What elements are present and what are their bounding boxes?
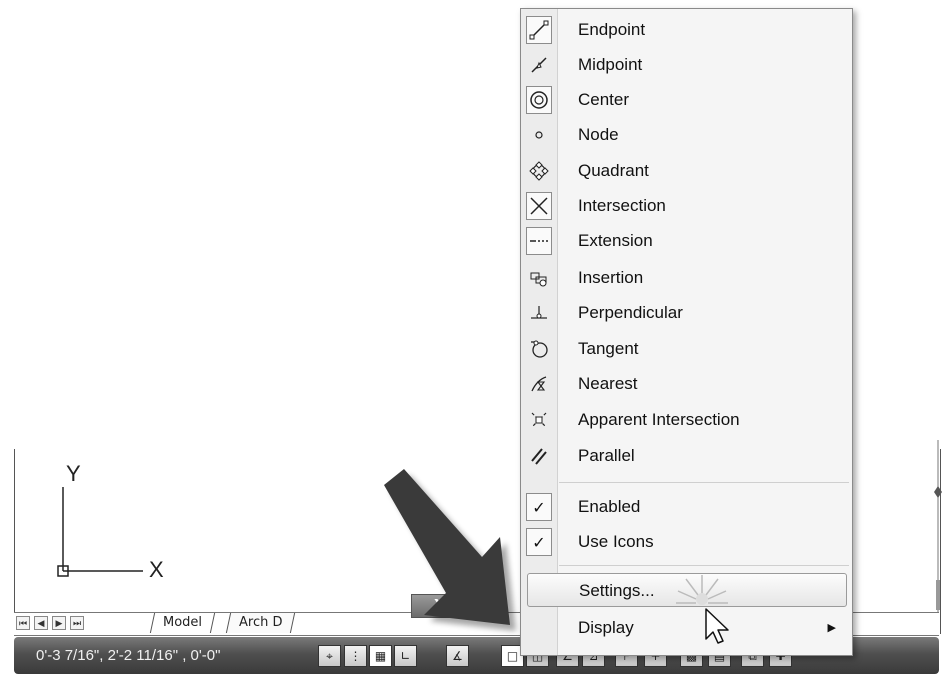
insertion-icon <box>526 264 552 292</box>
menu-item-label: Apparent Intersection <box>578 410 740 429</box>
pointer-arrow-graphic <box>384 469 516 631</box>
midpoint-icon <box>526 51 552 79</box>
infer-icon: ⌖ <box>326 649 333 663</box>
center-icon <box>526 86 552 114</box>
node-icon <box>526 121 552 149</box>
menu-item-label: Endpoint <box>578 20 646 39</box>
menu-item-label: Center <box>578 90 630 109</box>
check-icon: ✓ <box>526 528 552 556</box>
menu-item-label: Midpoint <box>578 55 643 74</box>
parallel-icon <box>526 442 552 470</box>
menu-item-label: Perpendicular <box>578 303 683 322</box>
infer-constraints-button[interactable]: ⌖ <box>318 645 341 667</box>
menu-item-label: Node <box>578 125 619 144</box>
menu-item-label: Parallel <box>578 446 635 465</box>
menu-item-quadrant[interactable]: Quadrant <box>521 154 854 188</box>
tab-arch-d[interactable]: Arch D <box>225 613 296 633</box>
object-snap-context-menu: Endpoint Midpoint Center Node Quadrant I… <box>520 8 853 656</box>
menu-item-nearest[interactable]: Nearest <box>521 367 854 401</box>
menu-item-label: Enabled <box>578 497 641 516</box>
grid-icon: ▦ <box>374 649 387 663</box>
menu-item-apparent-intersection[interactable]: Apparent Intersection <box>521 403 854 437</box>
intersection-icon <box>526 192 552 220</box>
menu-item-midpoint[interactable]: Midpoint <box>521 48 854 82</box>
menu-item-label: Quadrant <box>578 161 649 180</box>
first-layout-button[interactable]: ⏮ <box>16 616 30 630</box>
menu-item-enabled[interactable]: ✓ Enabled <box>521 490 854 524</box>
polar-icon: ∡ <box>452 649 463 663</box>
menu-separator <box>559 565 849 566</box>
menu-item-label: Extension <box>578 231 653 250</box>
menu-item-label: Use Icons <box>578 532 654 551</box>
tab-model-label: Model <box>163 615 203 630</box>
menu-item-tangent[interactable]: Tangent <box>521 332 854 366</box>
palette-edge <box>934 440 942 620</box>
ortho-mode-button[interactable]: ∟ <box>394 645 417 667</box>
last-layout-button[interactable]: ⏭ <box>70 616 84 630</box>
snap-icon: ⋮ <box>349 649 362 663</box>
quadrant-icon <box>526 157 552 185</box>
menu-item-label: Tangent <box>578 339 639 358</box>
menu-item-endpoint[interactable]: Endpoint <box>521 13 854 47</box>
menu-item-label: Insertion <box>578 268 644 287</box>
check-icon: ✓ <box>526 493 552 521</box>
menu-separator <box>559 482 849 483</box>
tab-model[interactable]: Model <box>149 613 216 633</box>
ucs-y-label: Y <box>66 461 81 486</box>
ucs-x-label: X <box>149 557 164 582</box>
snap-mode-button[interactable]: ⋮ <box>344 645 367 667</box>
polar-tracking-button[interactable]: ∡ <box>446 645 469 667</box>
mouse-cursor-icon <box>676 575 729 644</box>
menu-item-perpendicular[interactable]: Perpendicular <box>521 296 854 330</box>
ucs-icon: Y X <box>57 461 164 582</box>
tangent-icon <box>526 335 552 363</box>
menu-item-insertion[interactable]: Insertion <box>521 261 854 295</box>
osnap-icon: □ <box>506 649 519 663</box>
endpoint-icon <box>526 16 552 44</box>
next-layout-button[interactable]: ▶ <box>52 616 66 630</box>
coordinate-display[interactable]: 0'-3 7/16", 2'-2 11/16" , 0'-0" <box>36 637 220 674</box>
menu-item-label: Settings... <box>579 581 655 600</box>
menu-item-label: Nearest <box>578 374 638 393</box>
menu-item-intersection[interactable]: Intersection <box>521 189 854 223</box>
nearest-icon <box>526 370 552 398</box>
extension-icon <box>526 227 552 255</box>
previous-layout-button[interactable]: ◀ <box>34 616 48 630</box>
menu-item-extension[interactable]: Extension <box>521 224 854 258</box>
ortho-icon: ∟ <box>400 649 411 663</box>
apparent-intersection-icon <box>526 406 552 434</box>
menu-item-use-icons[interactable]: ✓ Use Icons <box>521 525 854 559</box>
menu-item-label: Intersection <box>578 196 666 215</box>
grid-display-button[interactable]: ▦ <box>369 645 392 667</box>
perpendicular-icon <box>526 299 552 327</box>
menu-item-center[interactable]: Center <box>521 83 854 117</box>
submenu-arrow-icon: ▶ <box>827 621 836 634</box>
menu-item-parallel[interactable]: Parallel <box>521 439 854 473</box>
menu-item-label: Display <box>578 618 634 637</box>
tab-arch-d-label: Arch D <box>239 615 283 630</box>
menu-item-node[interactable]: Node <box>521 118 854 152</box>
